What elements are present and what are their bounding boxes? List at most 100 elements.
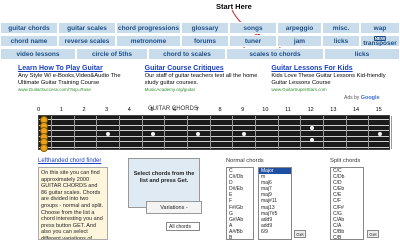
- start-here-annotation: Start Here: [216, 2, 252, 11]
- ad-text: Any Style W/ e-Books,Video&Audio The Ult…: [18, 73, 121, 86]
- top-navigation: guitar chords guitar scales chord progre…: [0, 22, 400, 61]
- ad-item: Learn How To Play Guitar Any Style W/ e-…: [18, 65, 135, 92]
- nav-tuner[interactable]: tuner: [229, 35, 277, 47]
- fret-wire: [187, 116, 188, 149]
- fret-inlay-dot: [241, 131, 246, 136]
- fret-number: 12: [307, 107, 314, 113]
- fret-wire: [391, 116, 392, 149]
- fret-number: 13: [330, 107, 337, 113]
- ads-by-google[interactable]: Ads by Google: [344, 95, 380, 101]
- nav-jam[interactable]: jam: [277, 35, 322, 47]
- nav-reverse-scales[interactable]: reverse scales: [58, 35, 116, 47]
- fret-wire: [368, 116, 370, 149]
- nav-transposer-label: transposer: [363, 39, 397, 47]
- fret-number: 2: [82, 107, 86, 113]
- split-chord-list[interactable]: C/C C/Db C/D C/Eb C/E C/F C/F# C/G C/Ab C/A C/Bb C/…: [330, 167, 364, 240]
- fret-inlay-dot: [196, 131, 201, 136]
- ad-title-link[interactable]: Guitar Course Critiques: [145, 65, 262, 72]
- fret-number: 4: [127, 107, 131, 113]
- nav-licks[interactable]: licks: [322, 35, 360, 47]
- fret-number: 0: [37, 107, 41, 113]
- fret-wire: [232, 116, 234, 149]
- fret-number: 15: [375, 107, 382, 113]
- fret-number: 3: [105, 107, 109, 113]
- ad-item: Guitar Course Critiques Our staff of gui…: [145, 65, 262, 92]
- fret-wire: [51, 116, 52, 149]
- ads-by-label: Ads by: [344, 95, 360, 101]
- nav-songs[interactable]: songs: [229, 22, 277, 34]
- ad-text: Our staff of guitar teachers test all th…: [144, 73, 258, 86]
- nav-licks-2[interactable]: licks: [324, 48, 400, 60]
- nav-video-lessons[interactable]: video lessons: [0, 48, 76, 60]
- google-logo: Google: [360, 95, 380, 101]
- nav-forums[interactable]: forums: [181, 35, 229, 47]
- fret-inlay-dot: [309, 137, 314, 142]
- nav-metronome[interactable]: metronome: [116, 35, 181, 47]
- list-item[interactable]: B: [227, 235, 253, 239]
- nav-circle-of-5ths[interactable]: circle of 5ths: [76, 48, 148, 60]
- lefthanded-chord-finder-link[interactable]: Lefthanded chord finder: [38, 158, 101, 164]
- fret-wire: [300, 116, 302, 149]
- nav-chord-name[interactable]: chord name: [0, 35, 58, 47]
- fret-number: 5: [150, 107, 154, 113]
- ad-block: Learn How To Play Guitar Any Style W/ e-…: [18, 65, 388, 92]
- fret-wire: [164, 116, 166, 149]
- list-item[interactable]: 6/9: [259, 229, 291, 235]
- variations-control[interactable]: Variations -: [146, 201, 202, 214]
- fret-wire: [323, 116, 324, 149]
- fret-wire: [255, 116, 256, 149]
- nav-glossary[interactable]: glossary: [181, 22, 229, 34]
- guitar-string: [39, 141, 389, 143]
- site-info-box: On this site you can find approximately …: [38, 167, 108, 240]
- fret-number: 9: [241, 107, 245, 113]
- nav-chord-progressions[interactable]: chord progressions: [116, 22, 181, 34]
- fret-wire: [345, 116, 347, 149]
- fret-number: 8: [218, 107, 222, 113]
- fret-number: 10: [262, 107, 269, 113]
- ad-text: Kids Love These Guitar Lessons Kid-frien…: [271, 73, 386, 86]
- fret-inlay-dot: [105, 131, 110, 136]
- fret-wire: [119, 116, 120, 149]
- guitar-fretboard[interactable]: [38, 115, 392, 152]
- open-string-marker[interactable]: [40, 144, 48, 152]
- fret-number: 14: [352, 107, 360, 113]
- fret-wire: [73, 116, 75, 149]
- nav-arpeggio[interactable]: arpeggio: [277, 22, 322, 34]
- fret-inlay-dot: [151, 131, 155, 136]
- fret-number: 7: [195, 107, 199, 113]
- chord-type-list[interactable]: Major m maj6 maj7 maj9 maj#11 maj13 maj7#5 add9 a…: [258, 167, 292, 240]
- ad-url[interactable]: www.GuitarSuperStars.com: [271, 87, 388, 92]
- nav-guitar-scales[interactable]: guitar scales: [58, 22, 116, 34]
- ad-url[interactable]: www.GuitarSuccess.com/?top=Ruse: [18, 87, 135, 92]
- fret-wire: [209, 116, 211, 149]
- fret-number: 11: [285, 107, 291, 113]
- nav-misc[interactable]: misc.: [322, 22, 360, 34]
- ad-item: Guitar Lessons For Kids Kids Love These …: [271, 65, 388, 92]
- nav-scales-to-chords[interactable]: scales to chords: [226, 48, 324, 60]
- fret-inlay-dot: [309, 125, 314, 130]
- list-item[interactable]: C/B: [331, 235, 363, 239]
- fret-wire: [277, 116, 279, 149]
- fret-number: 6: [173, 107, 177, 113]
- all-chords-dropdown[interactable]: All chords: [166, 222, 200, 231]
- fret-inlay-dot: [377, 131, 382, 136]
- get-split-chord-button[interactable]: Get: [367, 230, 379, 238]
- nav-wap[interactable]: wap: [360, 22, 400, 34]
- guitar-string: [39, 119, 389, 120]
- guitar-string: [39, 130, 389, 132]
- guitar-string: [39, 147, 389, 148]
- fret-wire: [96, 116, 98, 149]
- fret-number-row: 0 1 2 3 4 5 6 7 8 9 10 11 12 13 14 15: [37, 107, 400, 115]
- fret-number: 1: [59, 107, 63, 113]
- get-normal-chord-button[interactable]: Get: [294, 230, 306, 238]
- nav-chord-to-scales[interactable]: chord to scales: [148, 48, 226, 60]
- split-chords-label: Split chords: [330, 158, 361, 164]
- root-note-list[interactable]: C C#/Db D D#/Eb E F F#/Gb G G#/Ab A A#/Bb B: [226, 167, 254, 240]
- guitar-string: [39, 135, 389, 137]
- fret-wire: [141, 116, 143, 149]
- nav-guitar-chords[interactable]: guitar chords: [0, 22, 58, 34]
- ad-title-link[interactable]: Learn How To Play Guitar: [18, 65, 135, 72]
- nav-transposer[interactable]: NEW transposer: [360, 35, 400, 47]
- ad-title-link[interactable]: Guitar Lessons For Kids: [271, 65, 388, 72]
- ad-url[interactable]: MusicAcademy.org/guitar: [145, 87, 262, 92]
